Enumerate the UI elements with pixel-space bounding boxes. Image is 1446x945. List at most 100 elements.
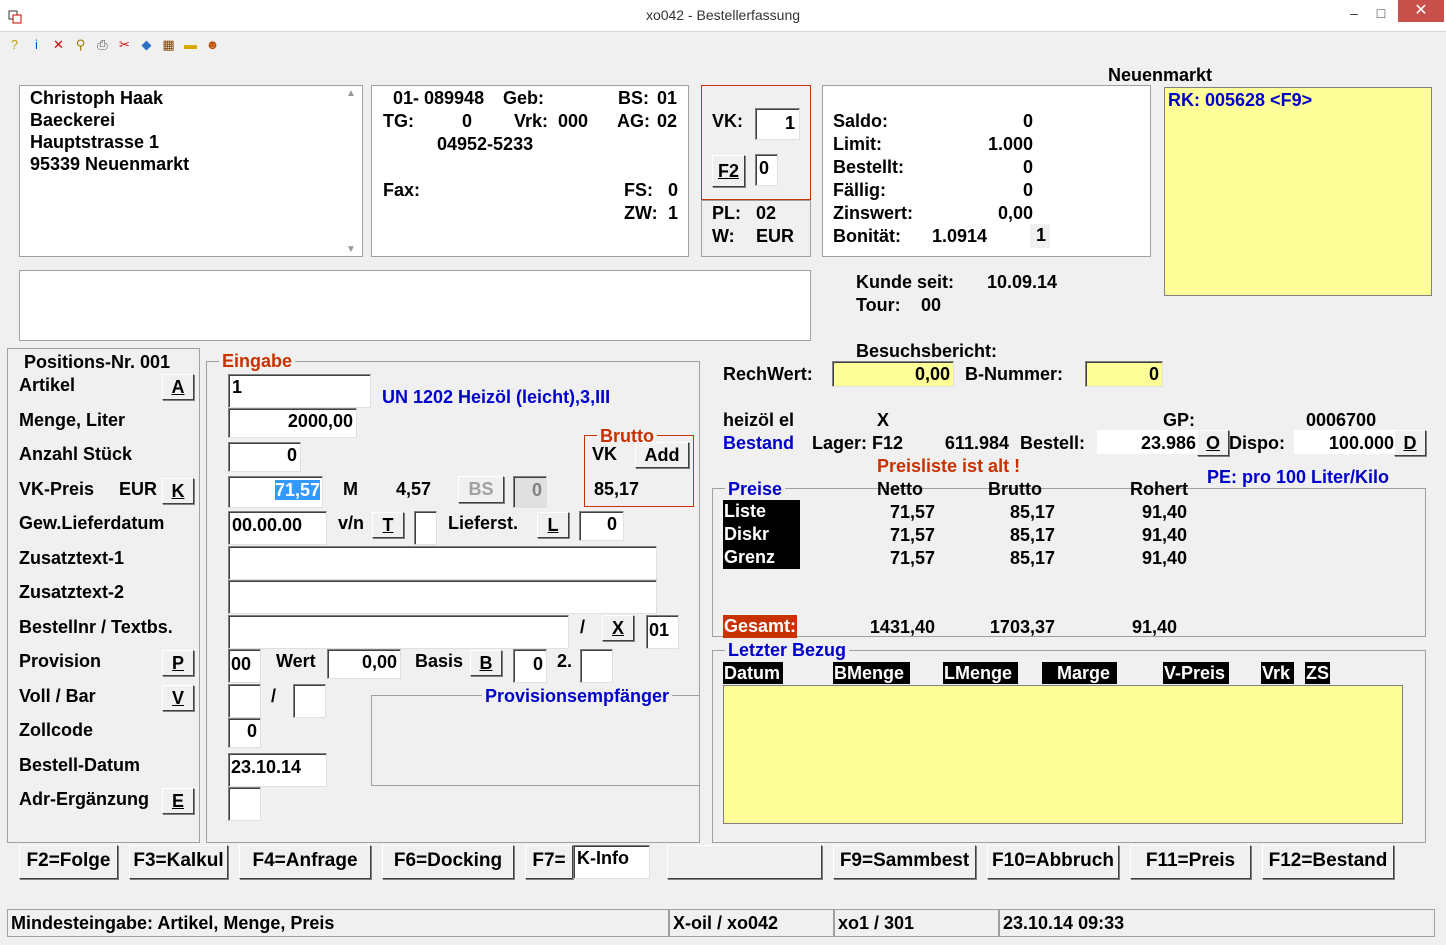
adrerg-input[interactable] <box>228 787 261 821</box>
f3-kalkul-button[interactable]: F3=Kalkul <box>129 845 228 879</box>
help-icon[interactable]: ? <box>6 36 23 53</box>
blank-function-button[interactable] <box>667 845 822 879</box>
f2-button[interactable]: F2 <box>712 155 745 187</box>
w-value: EUR <box>756 226 795 246</box>
zusatz2-input[interactable] <box>228 580 657 614</box>
saldo-value: 0 <box>1022 111 1033 131</box>
geb-label: Geb: <box>503 88 545 108</box>
bs-value: 01 <box>657 88 678 108</box>
lieferst-input[interactable]: 0 <box>579 511 624 541</box>
anzahl-input[interactable]: 0 <box>228 442 301 472</box>
lager-value: 611.984 <box>944 433 1009 453</box>
basis-b-button[interactable]: B <box>470 650 502 676</box>
info-icon[interactable]: i <box>28 36 45 53</box>
f12-bestand-button[interactable]: F12=Bestand <box>1262 845 1394 879</box>
bezug-col-datum: Datum <box>723 662 783 684</box>
gesamt-netto: 1431,40 <box>869 617 935 637</box>
gp-label: GP: <box>1163 410 1196 430</box>
bonitaet-flag: 1 <box>1030 224 1050 248</box>
print-icon[interactable]: ⎙ <box>94 36 111 53</box>
gewlief-t-button[interactable]: T <box>372 512 404 538</box>
preise-row-netto: 71,57 <box>889 502 935 522</box>
f9-sammbest-button[interactable]: F9=Sammbest <box>833 845 976 879</box>
address-line-2: Baeckerei <box>30 110 116 130</box>
vn-input[interactable] <box>414 511 437 545</box>
bestellnr-x-button[interactable]: X <box>602 615 634 641</box>
status-user: xo1 / 301 <box>834 909 999 937</box>
provision-p-button[interactable]: P <box>162 650 194 676</box>
bestellnr-input[interactable] <box>228 615 569 649</box>
provision-input[interactable]: 00 <box>228 649 261 683</box>
delete-icon[interactable]: ✕ <box>50 36 67 53</box>
preise-row-name: Liste <box>723 500 800 523</box>
artikel-a-button[interactable]: A <box>162 374 194 400</box>
f2-folge-button[interactable]: F2=Folge <box>19 845 118 879</box>
dispo-d-button[interactable]: D <box>1394 430 1426 456</box>
preise-row-brutto: 85,17 <box>1009 548 1055 568</box>
bezug-col-vpreis: V-Preis <box>1163 662 1229 684</box>
limit-label: Limit: <box>833 134 882 154</box>
vk-input[interactable]: 1 <box>755 108 800 140</box>
letzter-bezug-legend: Letzter Bezug <box>725 640 850 661</box>
m-label: M <box>343 479 358 499</box>
f7-button[interactable]: F7= <box>525 845 573 879</box>
zusatz1-input[interactable] <box>228 546 657 580</box>
search-icon[interactable]: ⚲ <box>72 36 89 53</box>
gewlief-label: Gew.Lieferdatum <box>19 513 165 533</box>
wert-input[interactable]: 0,00 <box>327 649 401 679</box>
vkpreis-input[interactable]: 71,57 <box>228 476 323 508</box>
add-button[interactable]: Add <box>635 442 689 468</box>
gewlief-input[interactable]: 00.00.00 <box>228 511 327 545</box>
zollcode-input[interactable]: 0 <box>228 718 261 748</box>
rechwert-input[interactable]: 0,00 <box>832 361 954 387</box>
f10-abbruch-button[interactable]: F10=Abbruch <box>987 845 1119 879</box>
window-title: xo042 - Bestellerfassung <box>645 7 801 23</box>
preise-row-rohert: 91,40 <box>1141 525 1187 545</box>
f4-anfrage-button[interactable]: F4=Anfrage <box>239 845 371 879</box>
bestell-o-button[interactable]: O <box>1197 430 1229 456</box>
adrerg-e-button[interactable]: E <box>162 788 194 814</box>
basis-input[interactable]: 0 <box>513 649 547 683</box>
menge-label: Menge, Liter <box>19 410 126 430</box>
gesamt-label: Gesamt: <box>723 615 798 638</box>
bnummer-input[interactable]: 0 <box>1085 361 1163 387</box>
calendar-icon[interactable]: ▦ <box>160 36 177 53</box>
artikel-input[interactable]: 1 <box>228 374 371 408</box>
minimize-button[interactable]: – <box>1339 2 1369 26</box>
phone: 04952-5233 <box>437 134 534 154</box>
scroll-up-icon[interactable]: ▲ <box>346 88 356 99</box>
vollbar-v-button[interactable]: V <box>162 685 194 711</box>
bestellnr-right-input[interactable]: 01 <box>646 615 679 649</box>
kunde-seit-value: 10.09.14 <box>987 272 1058 292</box>
f7-input[interactable]: K-Info <box>573 845 650 879</box>
wert-label: Wert <box>276 651 316 671</box>
vkpreis-k-button[interactable]: K <box>162 478 194 504</box>
close-button[interactable]: ✕ <box>1398 0 1444 22</box>
bestelldatum-input[interactable]: 23.10.14 <box>228 753 327 787</box>
basis-b-label: B <box>479 653 493 673</box>
maximize-button[interactable]: □ <box>1366 2 1396 26</box>
tg-value: 0 <box>462 111 473 131</box>
menge-input[interactable]: 2000,00 <box>228 408 357 438</box>
vollbar-input-2[interactable] <box>293 684 326 718</box>
bs-button[interactable]: BS <box>458 476 504 503</box>
ag-value: 02 <box>657 111 678 131</box>
rk-box[interactable] <box>1164 87 1432 296</box>
zweite-input[interactable] <box>580 649 613 683</box>
folder-icon[interactable]: ▬ <box>182 36 199 53</box>
f6-docking-button[interactable]: F6=Docking <box>382 845 514 879</box>
user-icon[interactable]: ☻ <box>204 36 221 53</box>
f11-preis-button[interactable]: F11=Preis <box>1130 845 1251 879</box>
vollbar-input-1[interactable] <box>228 684 261 718</box>
adrerg-e-label: E <box>171 791 184 811</box>
scroll-down-icon[interactable]: ▼ <box>346 244 356 255</box>
tour-label: Tour: <box>856 295 901 315</box>
eraser-icon[interactable]: ◆ <box>138 36 155 53</box>
dispo-value: 100.000 <box>1294 430 1395 454</box>
bezug-list[interactable] <box>723 685 1403 824</box>
memo-box[interactable] <box>19 270 811 341</box>
title-bar: xo042 - Bestellerfassung – □ ✕ <box>0 0 1446 32</box>
cut-icon[interactable]: ✂ <box>116 36 133 53</box>
f2-input[interactable]: 0 <box>755 154 778 186</box>
lieferst-l-button[interactable]: L <box>537 512 569 538</box>
